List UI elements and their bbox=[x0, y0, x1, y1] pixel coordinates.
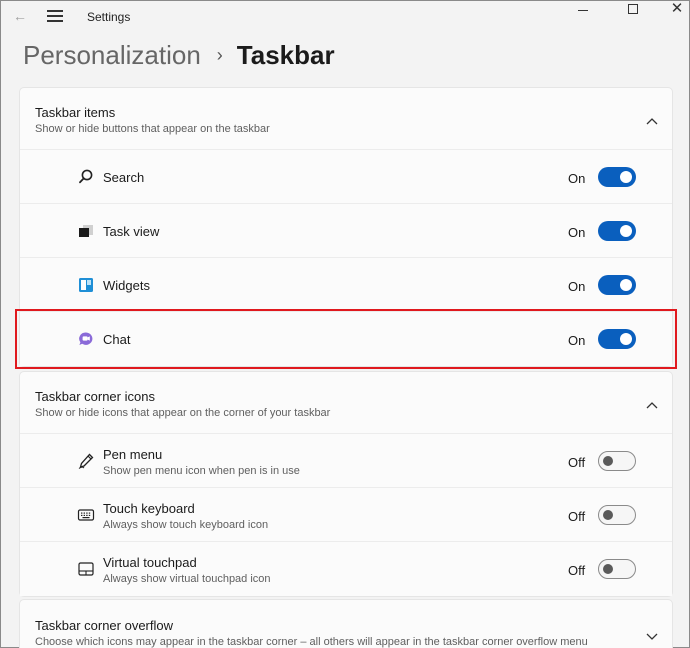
keyboard-icon bbox=[77, 506, 95, 524]
setting-label: Chat bbox=[103, 332, 131, 347]
setting-label: Widgets bbox=[103, 278, 150, 293]
hamburger-menu-icon[interactable] bbox=[47, 10, 63, 22]
toggle-state-text: On bbox=[568, 333, 586, 348]
toggle-state-text: Off bbox=[568, 509, 586, 524]
widgets-icon bbox=[77, 276, 95, 294]
page-title: Taskbar bbox=[236, 39, 335, 70]
breadcrumb-parent[interactable]: Personalization bbox=[23, 40, 201, 71]
pen-menu-toggle[interactable] bbox=[598, 451, 636, 471]
toggle-state-text: On bbox=[568, 279, 586, 294]
toggle-state-text: On bbox=[568, 171, 586, 186]
chat-icon bbox=[77, 330, 95, 348]
setting-description: Show pen menu icon when pen is in use bbox=[103, 465, 300, 477]
toggle-state-text: Off bbox=[568, 563, 586, 578]
taskbar-items-section: Taskbar items Show or hide buttons that … bbox=[19, 87, 673, 367]
window-title: Settings bbox=[87, 10, 131, 24]
section-subtitle: Show or hide buttons that appear on the … bbox=[35, 123, 270, 135]
task-view-toggle[interactable] bbox=[598, 221, 636, 241]
setting-row-search: Search On bbox=[20, 150, 672, 204]
setting-label: Virtual touchpad bbox=[103, 555, 197, 570]
setting-label: Search bbox=[103, 170, 145, 185]
corner-overflow-section[interactable]: Taskbar corner overflow Choose which ico… bbox=[19, 599, 673, 648]
setting-row-touch-keyboard: Touch keyboard Always show touch keyboar… bbox=[20, 488, 672, 542]
pen-icon bbox=[77, 452, 95, 470]
touch-keyboard-toggle[interactable] bbox=[598, 505, 636, 525]
setting-description: Always show touch keyboard icon bbox=[103, 519, 269, 531]
setting-row-task-view: Task view On bbox=[20, 204, 672, 258]
setting-row-pen-menu: Pen menu Show pen menu icon when pen is … bbox=[20, 434, 672, 488]
chat-toggle[interactable] bbox=[598, 329, 636, 349]
widgets-toggle[interactable] bbox=[598, 275, 636, 295]
breadcrumb-separator: › bbox=[216, 44, 223, 65]
task-view-icon bbox=[77, 222, 95, 240]
minimize-icon[interactable] bbox=[574, 4, 594, 18]
chevron-up-icon[interactable] bbox=[646, 396, 658, 409]
setting-description: Always show virtual touchpad icon bbox=[103, 573, 271, 585]
virtual-touchpad-toggle[interactable] bbox=[598, 559, 636, 579]
search-icon bbox=[77, 168, 95, 186]
section-subtitle: Show or hide icons that appear on the co… bbox=[35, 407, 331, 419]
maximize-icon[interactable] bbox=[628, 4, 638, 14]
section-title: Taskbar corner overflow bbox=[35, 618, 173, 633]
corner-icons-section: Taskbar corner icons Show or hide icons … bbox=[19, 371, 673, 597]
search-toggle[interactable] bbox=[598, 167, 636, 187]
back-arrow-icon[interactable]: ← bbox=[11, 7, 29, 25]
title-bar: ← Settings ✕ bbox=[1, 1, 689, 33]
setting-label: Task view bbox=[103, 224, 160, 239]
toggle-state-text: Off bbox=[568, 455, 586, 470]
chevron-down-icon[interactable] bbox=[646, 628, 658, 640]
setting-label: Touch keyboard bbox=[103, 501, 195, 516]
setting-label: Pen menu bbox=[103, 447, 163, 462]
setting-row-chat: Chat On bbox=[20, 312, 672, 366]
touchpad-icon bbox=[77, 560, 95, 578]
setting-row-virtual-touchpad: Virtual touchpad Always show virtual tou… bbox=[20, 542, 672, 596]
section-title: Taskbar items bbox=[35, 105, 116, 120]
chevron-up-icon[interactable] bbox=[646, 112, 658, 125]
corner-icons-header[interactable]: Taskbar corner icons Show or hide icons … bbox=[20, 372, 672, 434]
toggle-state-text: On bbox=[568, 225, 586, 240]
breadcrumb: Personalization › Taskbar bbox=[23, 39, 335, 71]
taskbar-items-header[interactable]: Taskbar items Show or hide buttons that … bbox=[20, 88, 672, 150]
section-title: Taskbar corner icons bbox=[35, 389, 155, 404]
section-subtitle: Choose which icons may appear in the tas… bbox=[35, 636, 588, 648]
close-icon[interactable]: ✕ bbox=[669, 1, 685, 17]
setting-row-widgets: Widgets On bbox=[20, 258, 672, 312]
